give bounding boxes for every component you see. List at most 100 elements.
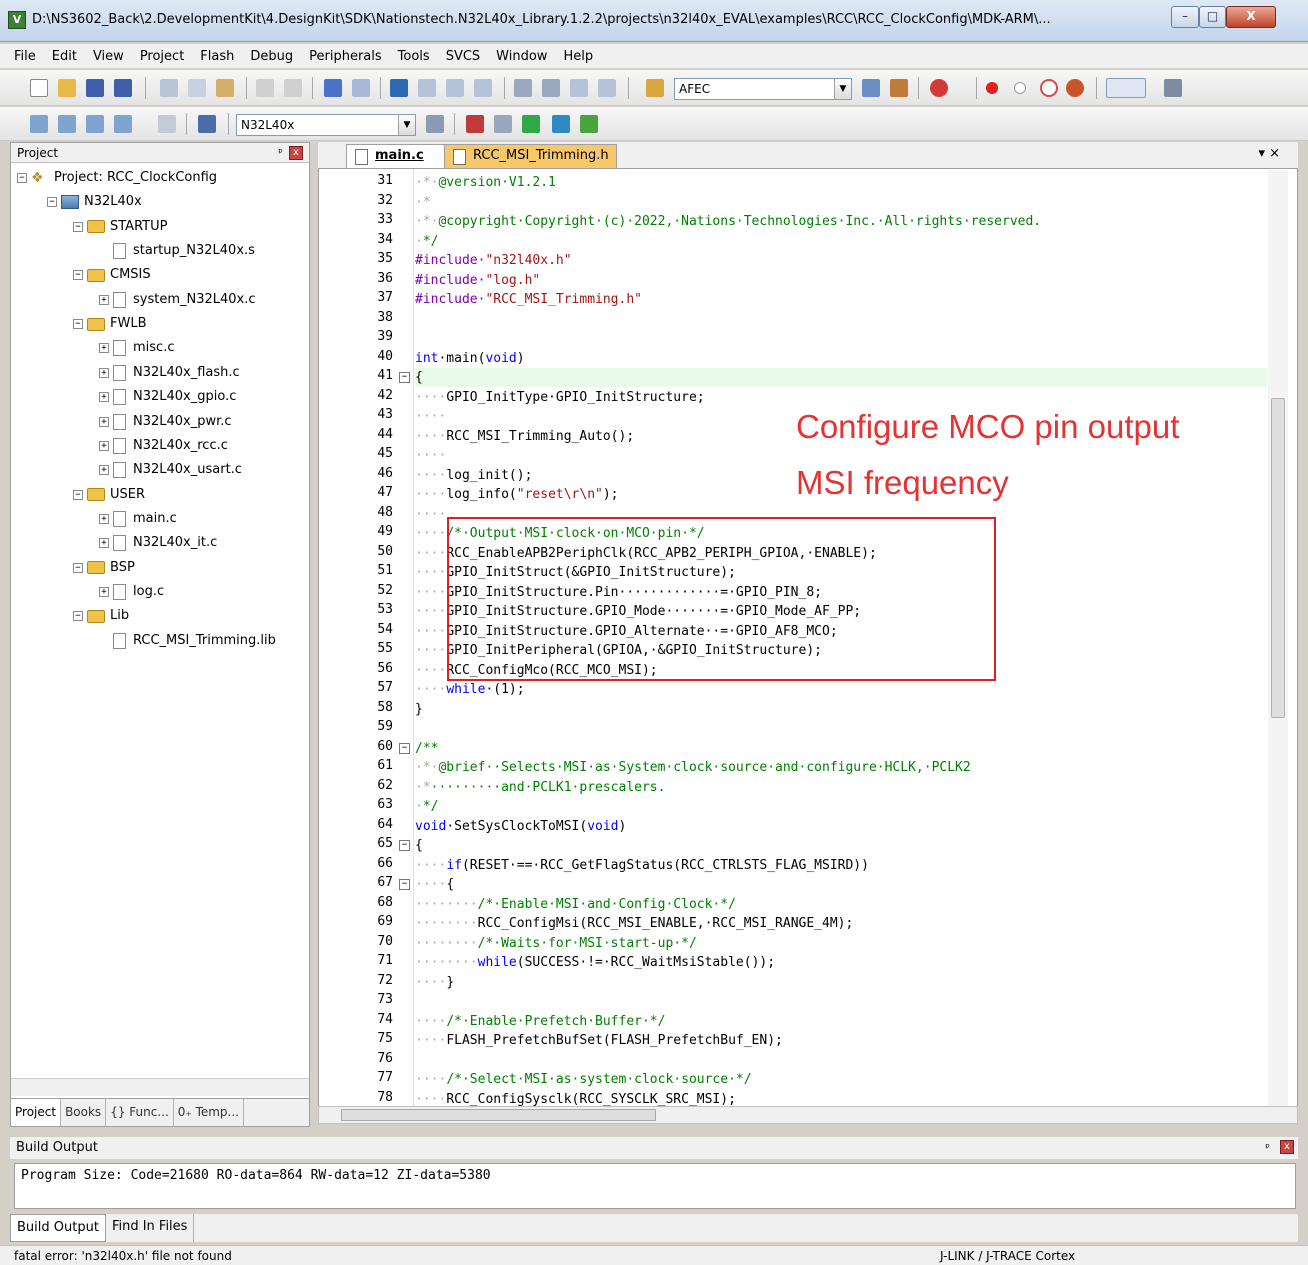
clear-bookmarks-icon[interactable] <box>474 79 492 97</box>
navigate-back-icon[interactable] <box>324 79 342 97</box>
uncomment-icon[interactable] <box>598 79 616 97</box>
tree-item[interactable]: + N32L40x_rcc.c <box>99 435 228 457</box>
project-horizontal-scrollbar[interactable] <box>11 1078 309 1096</box>
tree-item[interactable]: + log.c <box>99 581 164 603</box>
redo-icon[interactable] <box>284 79 302 97</box>
collapse-icon[interactable]: − <box>73 562 83 573</box>
disable-breakpoint-icon[interactable] <box>1014 82 1026 94</box>
tab-menu-icon[interactable]: ▾ × <box>1258 146 1280 161</box>
configure-icon[interactable] <box>1164 79 1182 97</box>
expand-icon[interactable]: + <box>99 367 109 378</box>
expand-icon[interactable]: + <box>99 586 109 597</box>
tree-item[interactable]: + main.c <box>99 508 177 530</box>
scrollbar-thumb[interactable] <box>341 1109 656 1121</box>
collapse-icon[interactable]: − <box>73 221 83 232</box>
collapse-icon[interactable]: − <box>47 197 57 208</box>
manage-project-icon[interactable] <box>466 115 484 133</box>
menu-file[interactable]: File <box>14 49 36 64</box>
tree-item[interactable]: + N32L40x_it.c <box>99 532 217 554</box>
navigate-forward-icon[interactable] <box>352 79 370 97</box>
unindent-icon[interactable] <box>542 79 560 97</box>
collapse-icon[interactable]: − <box>73 611 83 622</box>
tab-rcc-msi-trimming-h[interactable]: RCC_MSI_Trimming.h <box>444 144 617 168</box>
comment-icon[interactable] <box>570 79 588 97</box>
scrollbar-thumb[interactable] <box>1271 398 1285 718</box>
copy-icon[interactable] <box>188 79 206 97</box>
tab-find-in-files[interactable]: Find In Files <box>106 1214 195 1242</box>
close-icon[interactable]: x <box>1280 1140 1294 1154</box>
tree-item[interactable]: + N32L40x_usart.c <box>99 459 242 481</box>
select-packs-icon[interactable] <box>522 115 540 133</box>
tree-item[interactable]: − ❖ Project: RCC_ClockConfig <box>17 167 217 189</box>
pack-installer-icon[interactable] <box>552 115 570 133</box>
incremental-find-icon[interactable] <box>890 79 908 97</box>
menu-flash[interactable]: Flash <box>200 49 234 64</box>
fold-collapse-icon[interactable]: − <box>399 742 410 754</box>
fold-collapse-icon[interactable]: − <box>399 879 410 890</box>
menu-svcs[interactable]: SVCS <box>446 49 480 64</box>
menu-window[interactable]: Window <box>496 49 547 64</box>
fold-collapse-icon[interactable]: − <box>399 372 410 383</box>
menu-edit[interactable]: Edit <box>52 49 77 64</box>
tree-item[interactable]: + misc.c <box>99 337 174 359</box>
indent-icon[interactable] <box>514 79 532 97</box>
tree-item[interactable]: + N32L40x_flash.c <box>99 362 240 384</box>
tree-item[interactable]: + N32L40x_pwr.c <box>99 411 232 433</box>
run-time-environment-icon[interactable] <box>580 115 598 133</box>
tab-project[interactable]: Project <box>11 1099 62 1126</box>
collapse-icon[interactable]: − <box>73 489 83 500</box>
manage-books-icon[interactable] <box>494 115 512 133</box>
chevron-down-icon[interactable]: ▼ <box>398 115 415 135</box>
maximize-button[interactable]: □ <box>1199 6 1226 28</box>
pin-icon[interactable]: ᵖ <box>1265 1137 1270 1159</box>
kill-all-breakpoints-icon[interactable] <box>1066 79 1084 97</box>
menu-debug[interactable]: Debug <box>250 49 293 64</box>
fold-collapse-icon[interactable]: − <box>399 840 410 851</box>
menu-project[interactable]: Project <box>140 49 184 64</box>
tree-item[interactable]: − Lib <box>73 605 129 627</box>
build-icon[interactable] <box>58 115 76 133</box>
tree-item[interactable]: − BSP <box>73 557 135 579</box>
tree-item[interactable]: startup_N32L40x.s <box>99 240 255 262</box>
save-icon[interactable] <box>86 79 104 97</box>
batch-build-icon[interactable] <box>114 115 132 133</box>
find-icon[interactable] <box>862 79 880 97</box>
build-output-pane[interactable]: Program Size: Code=21680 RO-data=864 RW-… <box>14 1163 1296 1209</box>
save-all-icon[interactable] <box>114 79 132 97</box>
paste-icon[interactable] <box>216 79 234 97</box>
menu-peripherals[interactable]: Peripherals <box>309 49 382 64</box>
target-select[interactable]: N32L40x ▼ <box>236 114 416 136</box>
tree-item[interactable]: − N32L40x <box>47 191 142 213</box>
expand-icon[interactable]: + <box>99 440 109 451</box>
tab-main-c[interactable]: main.c <box>346 144 452 168</box>
expand-icon[interactable]: + <box>99 343 109 354</box>
find-combo[interactable]: AFEC ▼ <box>674 78 852 100</box>
editor-horizontal-scrollbar[interactable] <box>318 1106 1298 1124</box>
collapse-icon[interactable]: − <box>17 173 27 183</box>
cut-icon[interactable] <box>160 79 178 97</box>
target-options-icon[interactable] <box>426 115 444 133</box>
find-in-files-icon[interactable] <box>646 79 664 97</box>
expand-icon[interactable]: + <box>99 416 109 427</box>
disable-all-breakpoints-icon[interactable] <box>1040 79 1058 97</box>
minimize-button[interactable]: – <box>1171 6 1199 28</box>
menu-tools[interactable]: Tools <box>398 49 430 64</box>
menu-view[interactable]: View <box>93 49 124 64</box>
tab-templates[interactable]: 0₊ Temp... <box>174 1099 244 1126</box>
editor-vertical-scrollbar[interactable] <box>1268 170 1288 1106</box>
collapse-icon[interactable]: − <box>73 319 83 330</box>
open-folder-icon[interactable] <box>58 79 76 97</box>
tab-books[interactable]: Books <box>61 1099 107 1126</box>
chevron-down-icon[interactable]: ▼ <box>834 79 851 99</box>
expand-icon[interactable]: + <box>99 392 109 403</box>
next-bookmark-icon[interactable] <box>446 79 464 97</box>
rebuild-icon[interactable] <box>86 115 104 133</box>
stop-build-icon[interactable] <box>158 115 176 133</box>
menu-help[interactable]: Help <box>563 49 593 64</box>
tree-item[interactable]: − STARTUP <box>73 216 167 238</box>
tree-item[interactable]: RCC_MSI_Trimming.lib <box>99 630 276 652</box>
window-layout-icon[interactable] <box>1106 78 1146 98</box>
prev-bookmark-icon[interactable] <box>418 79 436 97</box>
expand-icon[interactable]: + <box>99 294 109 305</box>
tab-build-output[interactable]: Build Output <box>10 1214 106 1242</box>
